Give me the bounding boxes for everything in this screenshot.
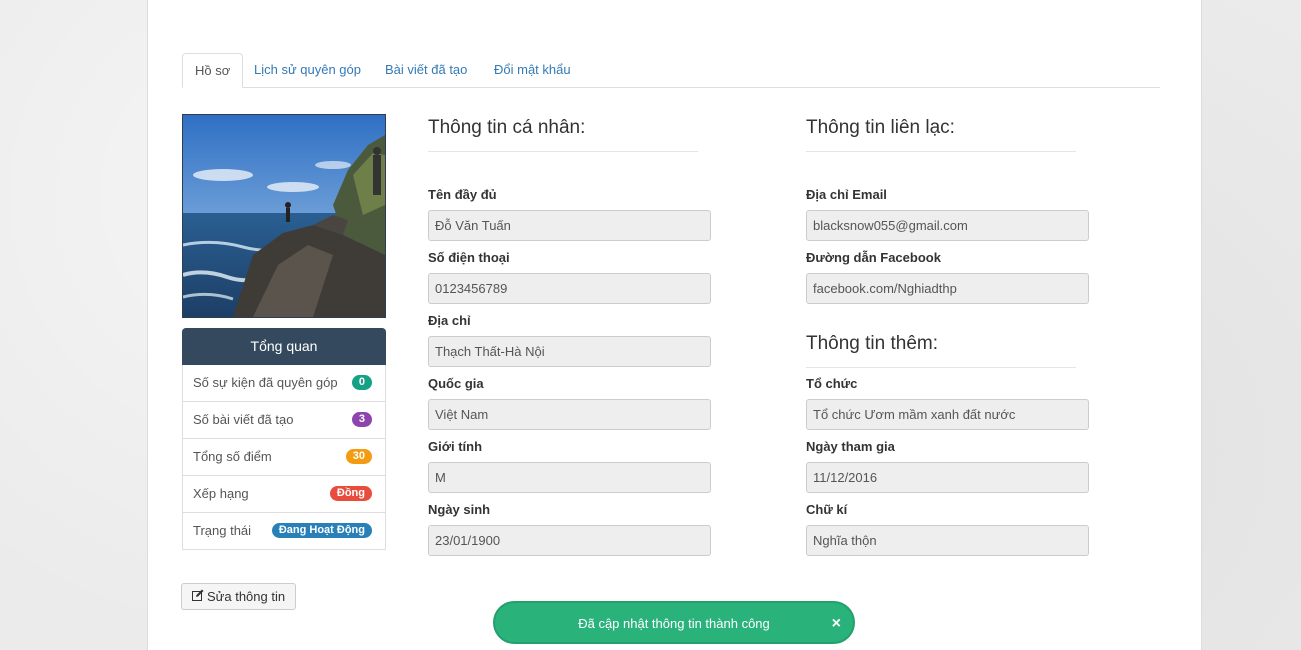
summary-item-label: Số bài viết đã tạo — [193, 412, 294, 427]
summary-item-donated-events: Số sự kiện đã quyên góp 0 — [182, 365, 386, 402]
close-icon[interactable]: × — [832, 603, 841, 645]
join-date-label: Ngày tham gia — [806, 439, 895, 454]
email-field[interactable]: blacksnow055@gmail.com — [806, 210, 1089, 241]
profile-container: Hồ sơ Lịch sử quyên góp Bài viết đã tạo … — [147, 0, 1202, 650]
gender-label: Giới tính — [428, 439, 483, 454]
status-badge: Đang Hoạt Động — [271, 523, 372, 538]
address-label: Địa chỉ — [428, 313, 471, 328]
country-field[interactable]: Việt Nam — [428, 399, 711, 430]
country-label: Quốc gia — [428, 376, 484, 391]
gender-field[interactable]: M — [428, 462, 711, 493]
edit-info-button[interactable]: Sửa thông tin — [181, 583, 297, 610]
created-posts-badge: 3 — [351, 412, 372, 427]
toast-message: Đã cập nhật thông tin thành công — [578, 616, 770, 631]
tab-donation-history[interactable]: Lịch sử quyên góp — [242, 53, 373, 87]
tab-change-password[interactable]: Đổi mật khẩu — [482, 53, 583, 87]
summary-item-total-points: Tổng số điểm 30 — [182, 439, 386, 476]
personal-info-divider — [428, 151, 698, 152]
extra-info-divider — [806, 367, 1076, 368]
rank-badge: Đồng — [329, 486, 372, 501]
phone-label: Số điện thoại — [428, 250, 510, 265]
summary-item-label: Trạng thái — [193, 523, 252, 538]
summary-item-status: Trạng thái Đang Hoạt Động — [182, 513, 386, 550]
summary-item-rank: Xếp hạng Đồng — [182, 476, 386, 513]
success-toast: Đã cập nhật thông tin thành công × — [493, 601, 855, 644]
summary-item-created-posts: Số bài viết đã tạo 3 — [182, 402, 386, 439]
organization-label: Tổ chức — [806, 376, 858, 391]
edit-info-label: Sửa thông tin — [207, 589, 286, 604]
tab-created-posts[interactable]: Bài viết đã tạo — [373, 53, 479, 87]
contact-info-divider — [806, 151, 1076, 152]
signature-label: Chữ kí — [806, 502, 848, 517]
summary-item-label: Xếp hạng — [193, 486, 249, 501]
tab-profile[interactable]: Hồ sơ — [182, 53, 244, 88]
birthday-field[interactable]: 23/01/1900 — [428, 525, 711, 556]
email-label: Địa chỉ Email — [806, 187, 887, 202]
edit-icon — [192, 584, 204, 610]
summary-item-label: Tổng số điểm — [193, 449, 272, 464]
fullname-label: Tên đầy đủ — [428, 187, 497, 202]
summary-item-label: Số sự kiện đã quyên góp — [193, 375, 338, 390]
fullname-field[interactable]: Đỗ Văn Tuấn — [428, 210, 711, 241]
join-date-field[interactable]: 11/12/2016 — [806, 462, 1089, 493]
summary-list: Số sự kiện đã quyên góp 0 Số bài viết đã… — [182, 365, 386, 550]
phone-field[interactable]: 0123456789 — [428, 273, 711, 304]
organization-field[interactable]: Tổ chức Ươm mầm xanh đất nước — [806, 399, 1089, 430]
donated-events-badge: 0 — [351, 375, 372, 390]
avatar — [182, 114, 386, 318]
avatar-photo — [183, 115, 385, 317]
extra-info-title: Thông tin thêm: — [806, 333, 939, 354]
profile-tabs: Hồ sơ Lịch sử quyên góp Bài viết đã tạo … — [182, 53, 1160, 88]
facebook-label: Đường dẫn Facebook — [806, 250, 941, 265]
summary-header: Tổng quan — [182, 328, 386, 365]
facebook-field[interactable]: facebook.com/Nghiadthp — [806, 273, 1089, 304]
signature-field[interactable]: Nghĩa thộn — [806, 525, 1089, 556]
contact-info-title: Thông tin liên lạc: — [806, 117, 955, 138]
total-points-badge: 30 — [345, 449, 372, 464]
address-field[interactable]: Thạch Thất-Hà Nội — [428, 336, 711, 367]
birthday-label: Ngày sinh — [428, 502, 491, 517]
personal-info-title: Thông tin cá nhân: — [428, 117, 586, 138]
